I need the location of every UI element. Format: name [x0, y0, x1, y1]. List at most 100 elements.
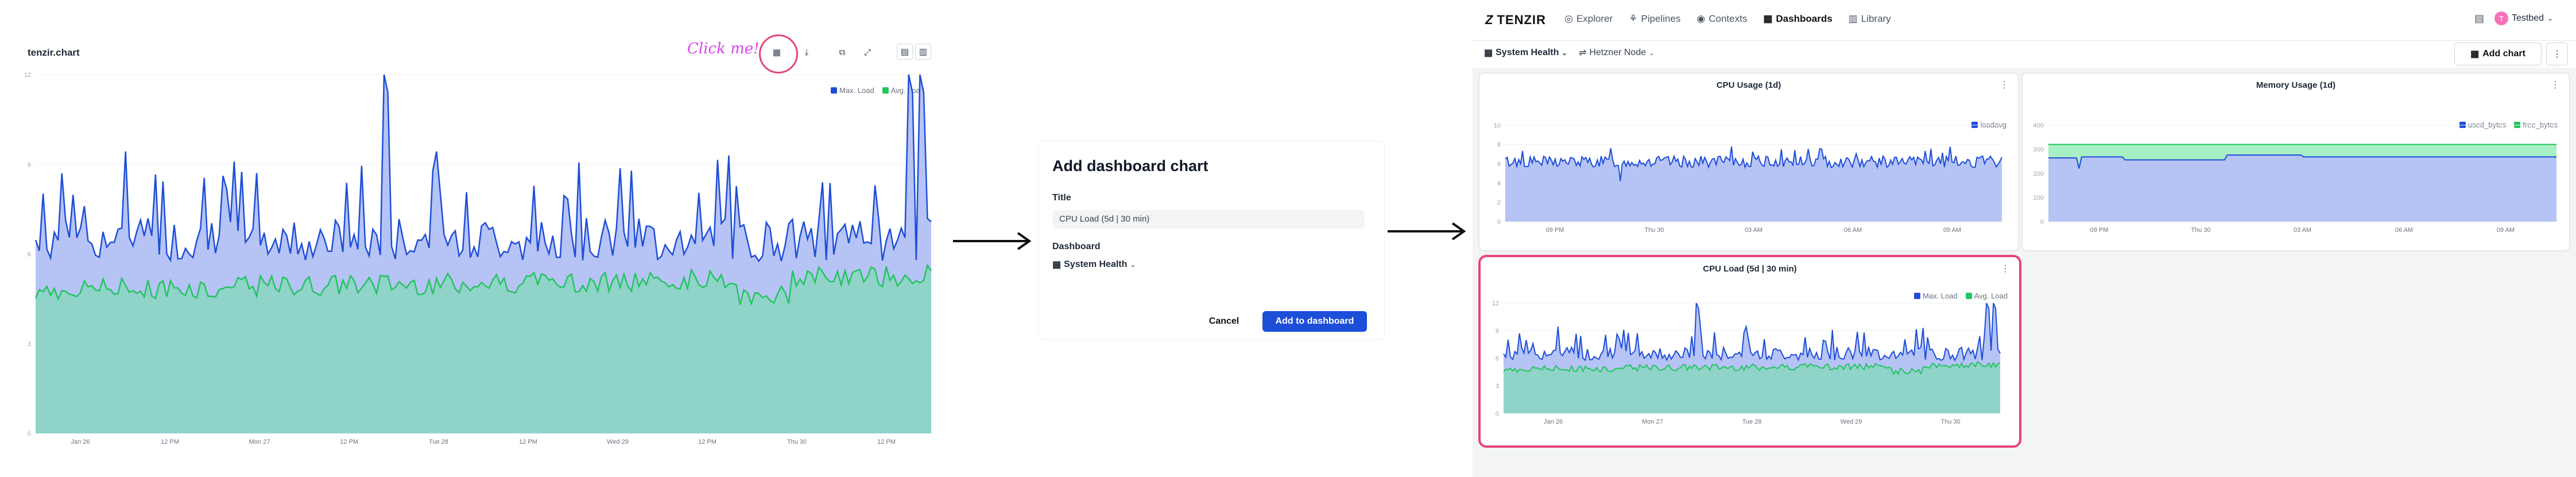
tenzir-logo-icon: Z	[1485, 13, 1494, 27]
chart-card-cpu-usage: CPU Usage (1d) ⋮ loadavg 0 2 4 6 8 10 09 PM Thu…	[1478, 72, 2019, 251]
add-chart-dialog: Add dashboard chart Title CPU Load (5d |…	[1038, 141, 1385, 340]
chevron-down-icon: ⌄	[1130, 261, 1136, 269]
nav-dashboards-label: Dashboards	[1776, 13, 1833, 24]
left-y-tick: 3	[28, 341, 31, 348]
nav-dashboards[interactable]: ▦ Dashboards	[1763, 13, 1832, 25]
dashboard-toolbar: ▦ System Health ⌄ ⇌ Hetzner Node ⌄ ▦ Add char…	[1473, 40, 2576, 68]
add-chart-button[interactable]: ▦ Add chart	[2454, 42, 2542, 65]
left-y-tick: 6	[28, 251, 31, 258]
load-x-tick: Mon 27	[1642, 418, 1663, 425]
left-x-tick: 12 PM	[161, 439, 179, 445]
chevron-down-icon: ⌄	[1649, 49, 1655, 57]
mem-area-1	[2048, 155, 2556, 222]
mem-x-tick: Thu 30	[2191, 227, 2210, 234]
load-y-tick: 6	[1496, 355, 1499, 362]
arrow-right-2	[1388, 222, 1466, 241]
dashboard-select-value: System Health	[1064, 259, 1128, 269]
left-x-tick: Jan 26	[71, 439, 90, 445]
cancel-button[interactable]: Cancel	[1200, 311, 1248, 332]
dashboard-select[interactable]: ▦ System Health ⌄	[1052, 259, 1136, 270]
left-area-1	[36, 265, 931, 433]
cpu-y-tick: 8	[1497, 142, 1501, 149]
load-y-tick: 9	[1496, 328, 1499, 335]
cpu-x-tick: 03 AM	[1745, 227, 1762, 234]
cpu-y-tick: 2	[1497, 199, 1501, 206]
left-x-tick: Mon 27	[249, 439, 270, 445]
main-nav: ◎ Explorer ⚘ Pipelines ◉ Contexts ▦ Dashboar…	[1564, 13, 1891, 25]
left-area-chart: 0 3 6 9 12 Jan 26 12 PM Mon 27 12 PM Tue 28 12 PM W…	[24, 72, 932, 445]
left-chart-panel: tenzir.chart Click me! ▦ ⤓ ⧉ ⤢ ▤ ▥ Max. …	[13, 34, 943, 448]
user-menu[interactable]: T Testbed ⌄	[2494, 11, 2553, 25]
nav-explorer-label: Explorer	[1576, 13, 1613, 24]
title-input[interactable]: CPU Load (5d | 30 min)	[1052, 210, 1365, 228]
user-name: Testbed	[2512, 13, 2544, 23]
memory-usage-chart: 0 100 200 300 400 09 PM Thu 30 03 AM 06 AM 09 AM	[2033, 122, 2556, 234]
library-icon: ▥	[1848, 13, 1858, 24]
node-icon: ⇌	[1579, 48, 1587, 58]
mem-y-tick: 100	[2033, 195, 2044, 201]
avatar: T	[2494, 11, 2508, 25]
top-bar: Z TENZIR ◎ Explorer ⚘ Pipelines ◉ Contexts …	[1473, 0, 2576, 41]
chart-card-cpu-load-new: CPU Load (5d | 30 min) ⋮ Max. Load Avg. …	[1478, 255, 2021, 448]
dashboard-icon: ▦	[1484, 48, 1493, 58]
arrow-right-1	[953, 232, 1032, 250]
nav-library-label: Library	[1861, 13, 1891, 24]
mem-x-tick: 03 AM	[2294, 227, 2311, 234]
pipelines-icon: ⚘	[1629, 13, 1638, 24]
nav-contexts-label: Contexts	[1709, 13, 1748, 24]
mem-y-tick: 0	[2040, 219, 2044, 226]
left-y-tick: 0	[28, 431, 31, 437]
left-x-tick: Tue 28	[429, 439, 448, 445]
tenzir-logo[interactable]: Z TENZIR	[1485, 13, 1546, 28]
nav-explorer[interactable]: ◎ Explorer	[1564, 13, 1613, 25]
mem-x-tick: 09 PM	[2090, 227, 2109, 234]
contexts-icon: ◉	[1696, 13, 1706, 24]
nav-contexts[interactable]: ◉ Contexts	[1696, 13, 1747, 25]
load-x-tick: Wed 29	[1841, 418, 1862, 425]
dashboards-icon: ▦	[1763, 13, 1773, 24]
explorer-icon: ◎	[1564, 13, 1573, 24]
cpu-y-tick: 10	[1494, 122, 1501, 129]
cpu-load-chart: 0 3 6 9 12 Jan 26 Mon 27 Tue 28 Wed 29 Thu 30	[1492, 300, 2001, 425]
load-y-tick: 12	[1492, 300, 1499, 307]
dialog-title: Add dashboard chart	[1052, 157, 1208, 174]
cpu-x-tick: 09 PM	[1546, 227, 1564, 234]
load-x-tick: Jan 26	[1544, 418, 1563, 425]
mem-y-tick: 400	[2033, 122, 2044, 129]
left-x-tick: Wed 29	[607, 439, 629, 445]
cpu-y-tick: 6	[1497, 161, 1501, 168]
dashboard-icon: ▦	[1052, 260, 1062, 270]
mem-x-tick: 06 AM	[2395, 227, 2413, 234]
cpu-area-0	[1505, 146, 2002, 222]
load-x-tick: Tue 28	[1742, 418, 1762, 425]
more-menu-icon[interactable]: ⋮	[2546, 42, 2568, 65]
left-x-tick: 12 PM	[340, 439, 358, 445]
load-y-tick: 0	[1496, 410, 1499, 417]
cpu-y-tick: 0	[1497, 219, 1501, 226]
dashboard-label: Dashboard	[1052, 242, 1101, 251]
left-x-tick: 12 PM	[519, 439, 537, 445]
node-switcher-label: Hetzner Node	[1589, 48, 1647, 57]
left-y-tick: 9	[28, 161, 31, 168]
add-to-dashboard-button[interactable]: Add to dashboard	[1262, 311, 1367, 332]
left-x-tick: 12 PM	[877, 439, 896, 445]
node-switcher[interactable]: ⇌ Hetzner Node ⌄	[1579, 47, 1654, 59]
title-label: Title	[1052, 193, 1071, 203]
cpu-x-tick: 06 AM	[1844, 227, 1862, 234]
add-chart-icon: ▦	[2470, 49, 2480, 59]
add-chart-label: Add chart	[2482, 49, 2525, 59]
cpu-y-tick: 4	[1497, 180, 1501, 187]
nav-library[interactable]: ▥ Library	[1849, 13, 1891, 25]
cpu-x-tick: 09 AM	[1943, 227, 1961, 234]
cpu-usage-chart: 0 2 4 6 8 10 09 PM Thu 30 03 AM 06 AM 09 AM	[1494, 122, 2002, 234]
left-y-tick: 12	[24, 72, 31, 79]
chevron-down-icon: ⌄	[2547, 14, 2554, 22]
notes-icon[interactable]: ▤	[2474, 13, 2484, 25]
chevron-down-icon: ⌄	[1562, 49, 1567, 57]
dashboard-switcher[interactable]: ▦ System Health ⌄	[1484, 47, 1567, 59]
load-area-1	[1504, 362, 2000, 413]
brand-name: TENZIR	[1497, 13, 1546, 27]
tenzir-app: Z TENZIR ◎ Explorer ⚘ Pipelines ◉ Contexts …	[1473, 0, 2576, 477]
mem-y-tick: 300	[2033, 146, 2044, 153]
nav-pipelines[interactable]: ⚘ Pipelines	[1629, 13, 1680, 25]
